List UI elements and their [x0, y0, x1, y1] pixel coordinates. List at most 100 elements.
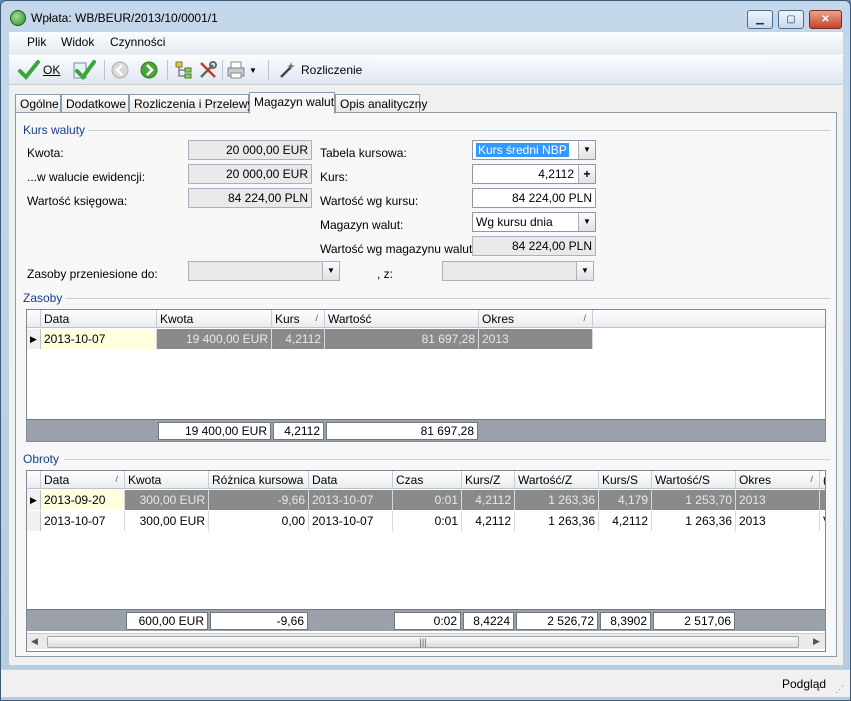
cell-data[interactable]: 2013-10-07	[41, 329, 157, 349]
horizontal-scrollbar[interactable]: ◀ ||| ▶	[27, 633, 825, 649]
obroty-col-kurs-z[interactable]: Kurs/Z	[462, 471, 515, 489]
rozliczenie-button[interactable]: Rozliczenie	[277, 59, 362, 81]
cell-data[interactable]: 2013-09-20	[41, 490, 125, 510]
zasoby-title: Zasoby	[23, 291, 63, 305]
tab-magazyn-walut[interactable]: Magazyn walut	[249, 92, 335, 114]
obroty-col-czas[interactable]: Czas	[393, 471, 462, 489]
menu-czynnosci[interactable]: Czynności	[110, 35, 165, 49]
sort-icon: /	[315, 313, 318, 323]
zasoby-col-kwota[interactable]: Kwota	[157, 310, 272, 328]
cell-wartosc-s[interactable]: 1 263,36	[652, 511, 736, 531]
cell-wartosc-z[interactable]: 1 263,36	[515, 490, 599, 510]
wartosc-ksiegowa-field: 84 224,00 PLN	[188, 188, 312, 208]
cell-kwota[interactable]: 19 400,00 EUR	[157, 329, 272, 349]
kwota-field: 20 000,00 EUR	[188, 140, 312, 160]
cell-roznica[interactable]: -9,66	[209, 490, 309, 510]
cell-okres[interactable]: 2013	[479, 329, 593, 349]
obroty-grid: Data / Kwota Różnica kursowa Data Czas Ku…	[26, 470, 826, 652]
obroty-col-more[interactable]: (	[820, 471, 825, 489]
wartosc-wg-kursu-label: Wartość wg kursu:	[320, 194, 419, 208]
cell-czas[interactable]: 0:01	[393, 511, 462, 531]
tabela-kursowa-select[interactable]: Kurs średni NBP ▼	[472, 140, 596, 160]
obroty-col-data2[interactable]: Data	[309, 471, 393, 489]
print-dropdown-icon[interactable]: ▼	[249, 59, 257, 81]
cell-wartosc-z[interactable]: 1 263,36	[515, 511, 599, 531]
obroty-col-wartosc-z[interactable]: Wartość/Z	[515, 471, 599, 489]
cell-kurs-z[interactable]: 4,2112	[462, 511, 515, 531]
sum-kwota: 600,00 EUR	[126, 612, 208, 630]
obroty-col-wartosc-s[interactable]: Wartość/S	[652, 471, 736, 489]
chevron-down-icon[interactable]: ▼	[578, 213, 595, 231]
menu-widok[interactable]: Widok	[61, 35, 94, 49]
magic-wand-icon	[280, 62, 295, 78]
zasoby-col-okres[interactable]: Okres /	[479, 310, 593, 328]
cell-kurs-z[interactable]: 4,2112	[462, 490, 515, 510]
zasoby-col-kurs-label: Kurs	[275, 312, 300, 326]
cell-data2[interactable]: 2013-10-07	[309, 490, 393, 510]
chevron-down-icon[interactable]: ▼	[576, 262, 593, 280]
cell-data[interactable]: 2013-10-07	[41, 511, 125, 531]
ok-new-button[interactable]	[72, 59, 96, 81]
tab-opis-analityczny[interactable]: Opis analityczny	[335, 94, 427, 113]
zasoby-col-data[interactable]: Data	[41, 310, 157, 328]
tab-dodatkowe[interactable]: Dodatkowe	[61, 94, 129, 113]
zasoby-col-kurs[interactable]: Kurs /	[272, 310, 325, 328]
podglad-label[interactable]: Podgląd	[782, 677, 826, 691]
ok-button[interactable]: OK	[17, 59, 60, 81]
obroty-col-kwota[interactable]: Kwota	[125, 471, 209, 489]
obroty-col-kurs-s[interactable]: Kurs/S	[599, 471, 652, 489]
cell-kwota[interactable]: 300,00 EUR	[125, 511, 209, 531]
z-select[interactable]: ▼	[442, 261, 594, 281]
cell-roznica[interactable]: 0,00	[209, 511, 309, 531]
cell-more[interactable]: V	[820, 511, 825, 531]
chevron-down-icon[interactable]: ▼	[322, 262, 339, 280]
resize-grip-icon[interactable]: ⋰	[835, 684, 844, 695]
cell-more[interactable]	[820, 490, 825, 510]
tree-button[interactable]	[174, 59, 194, 81]
cell-kurs[interactable]: 4,2112	[272, 329, 325, 349]
check-new-icon	[73, 60, 96, 81]
zasoby-col-wartosc[interactable]: Wartość	[325, 310, 479, 328]
minimize-button[interactable]: ▁	[747, 10, 773, 29]
obroty-col-roznica[interactable]: Różnica kursowa	[209, 471, 309, 489]
previous-button[interactable]	[110, 59, 130, 81]
menu-plik[interactable]: Plik	[27, 35, 46, 49]
maximize-button[interactable]: ▢	[778, 10, 804, 29]
cell-kurs-s[interactable]: 4,179	[599, 490, 652, 510]
scroll-right-icon[interactable]: ▶	[813, 636, 820, 647]
table-row[interactable]: ▶ 2013-10-07 19 400,00 EUR 4,2112 81 697…	[27, 329, 825, 349]
kurs-field[interactable]: 4,2112 +	[472, 164, 596, 184]
table-row[interactable]: 2013-10-07 300,00 EUR 0,00 2013-10-07 0:…	[27, 511, 825, 531]
chevron-down-icon[interactable]: ▼	[578, 141, 595, 159]
obroty-col-okres[interactable]: Okres /	[736, 471, 820, 489]
cell-czas[interactable]: 0:01	[393, 490, 462, 510]
cell-okres[interactable]: 2013	[736, 511, 820, 531]
cell-kwota[interactable]: 300,00 EUR	[125, 490, 209, 510]
sort-icon: /	[115, 474, 118, 484]
cell-kurs-s[interactable]: 4,2112	[599, 511, 652, 531]
magazyn-walut-select[interactable]: Wg kursu dnia ▼	[472, 212, 596, 232]
print-button[interactable]	[226, 59, 246, 81]
plus-icon[interactable]: +	[578, 165, 595, 183]
table-row[interactable]: ▶ 2013-09-20 300,00 EUR -9,66 2013-10-07…	[27, 490, 825, 510]
waluta-ewidencji-field: 20 000,00 EUR	[188, 164, 312, 184]
title-bar[interactable]: Wpłata: WB/BEUR/2013/10/0001/1 ▁ ▢ ✕	[1, 1, 850, 33]
tab-ogolne[interactable]: Ogólne	[15, 94, 61, 113]
tools-button[interactable]	[198, 59, 218, 81]
close-button[interactable]: ✕	[809, 10, 842, 29]
obroty-col-data[interactable]: Data /	[41, 471, 125, 489]
tab-rozliczenia[interactable]: Rozliczenia i Przelewy	[129, 94, 253, 113]
scroll-thumb[interactable]: |||	[47, 636, 799, 648]
wartosc-wg-kursu-field[interactable]: 84 224,00 PLN	[472, 188, 596, 208]
group-divider	[88, 130, 830, 131]
next-button[interactable]	[139, 59, 159, 81]
cell-okres[interactable]: 2013	[736, 490, 820, 510]
obroty-title: Obroty	[23, 452, 60, 466]
cell-wartosc-s[interactable]: 1 253,70	[652, 490, 736, 510]
window-title: Wpłata: WB/BEUR/2013/10/0001/1	[31, 11, 218, 25]
cell-wartosc[interactable]: 81 697,28	[325, 329, 479, 349]
cell-data2[interactable]: 2013-10-07	[309, 511, 393, 531]
scroll-left-icon[interactable]: ◀	[31, 636, 38, 647]
sum-kurs: 4,2112	[273, 422, 324, 440]
zasoby-przeniesione-select[interactable]: ▼	[188, 261, 340, 281]
